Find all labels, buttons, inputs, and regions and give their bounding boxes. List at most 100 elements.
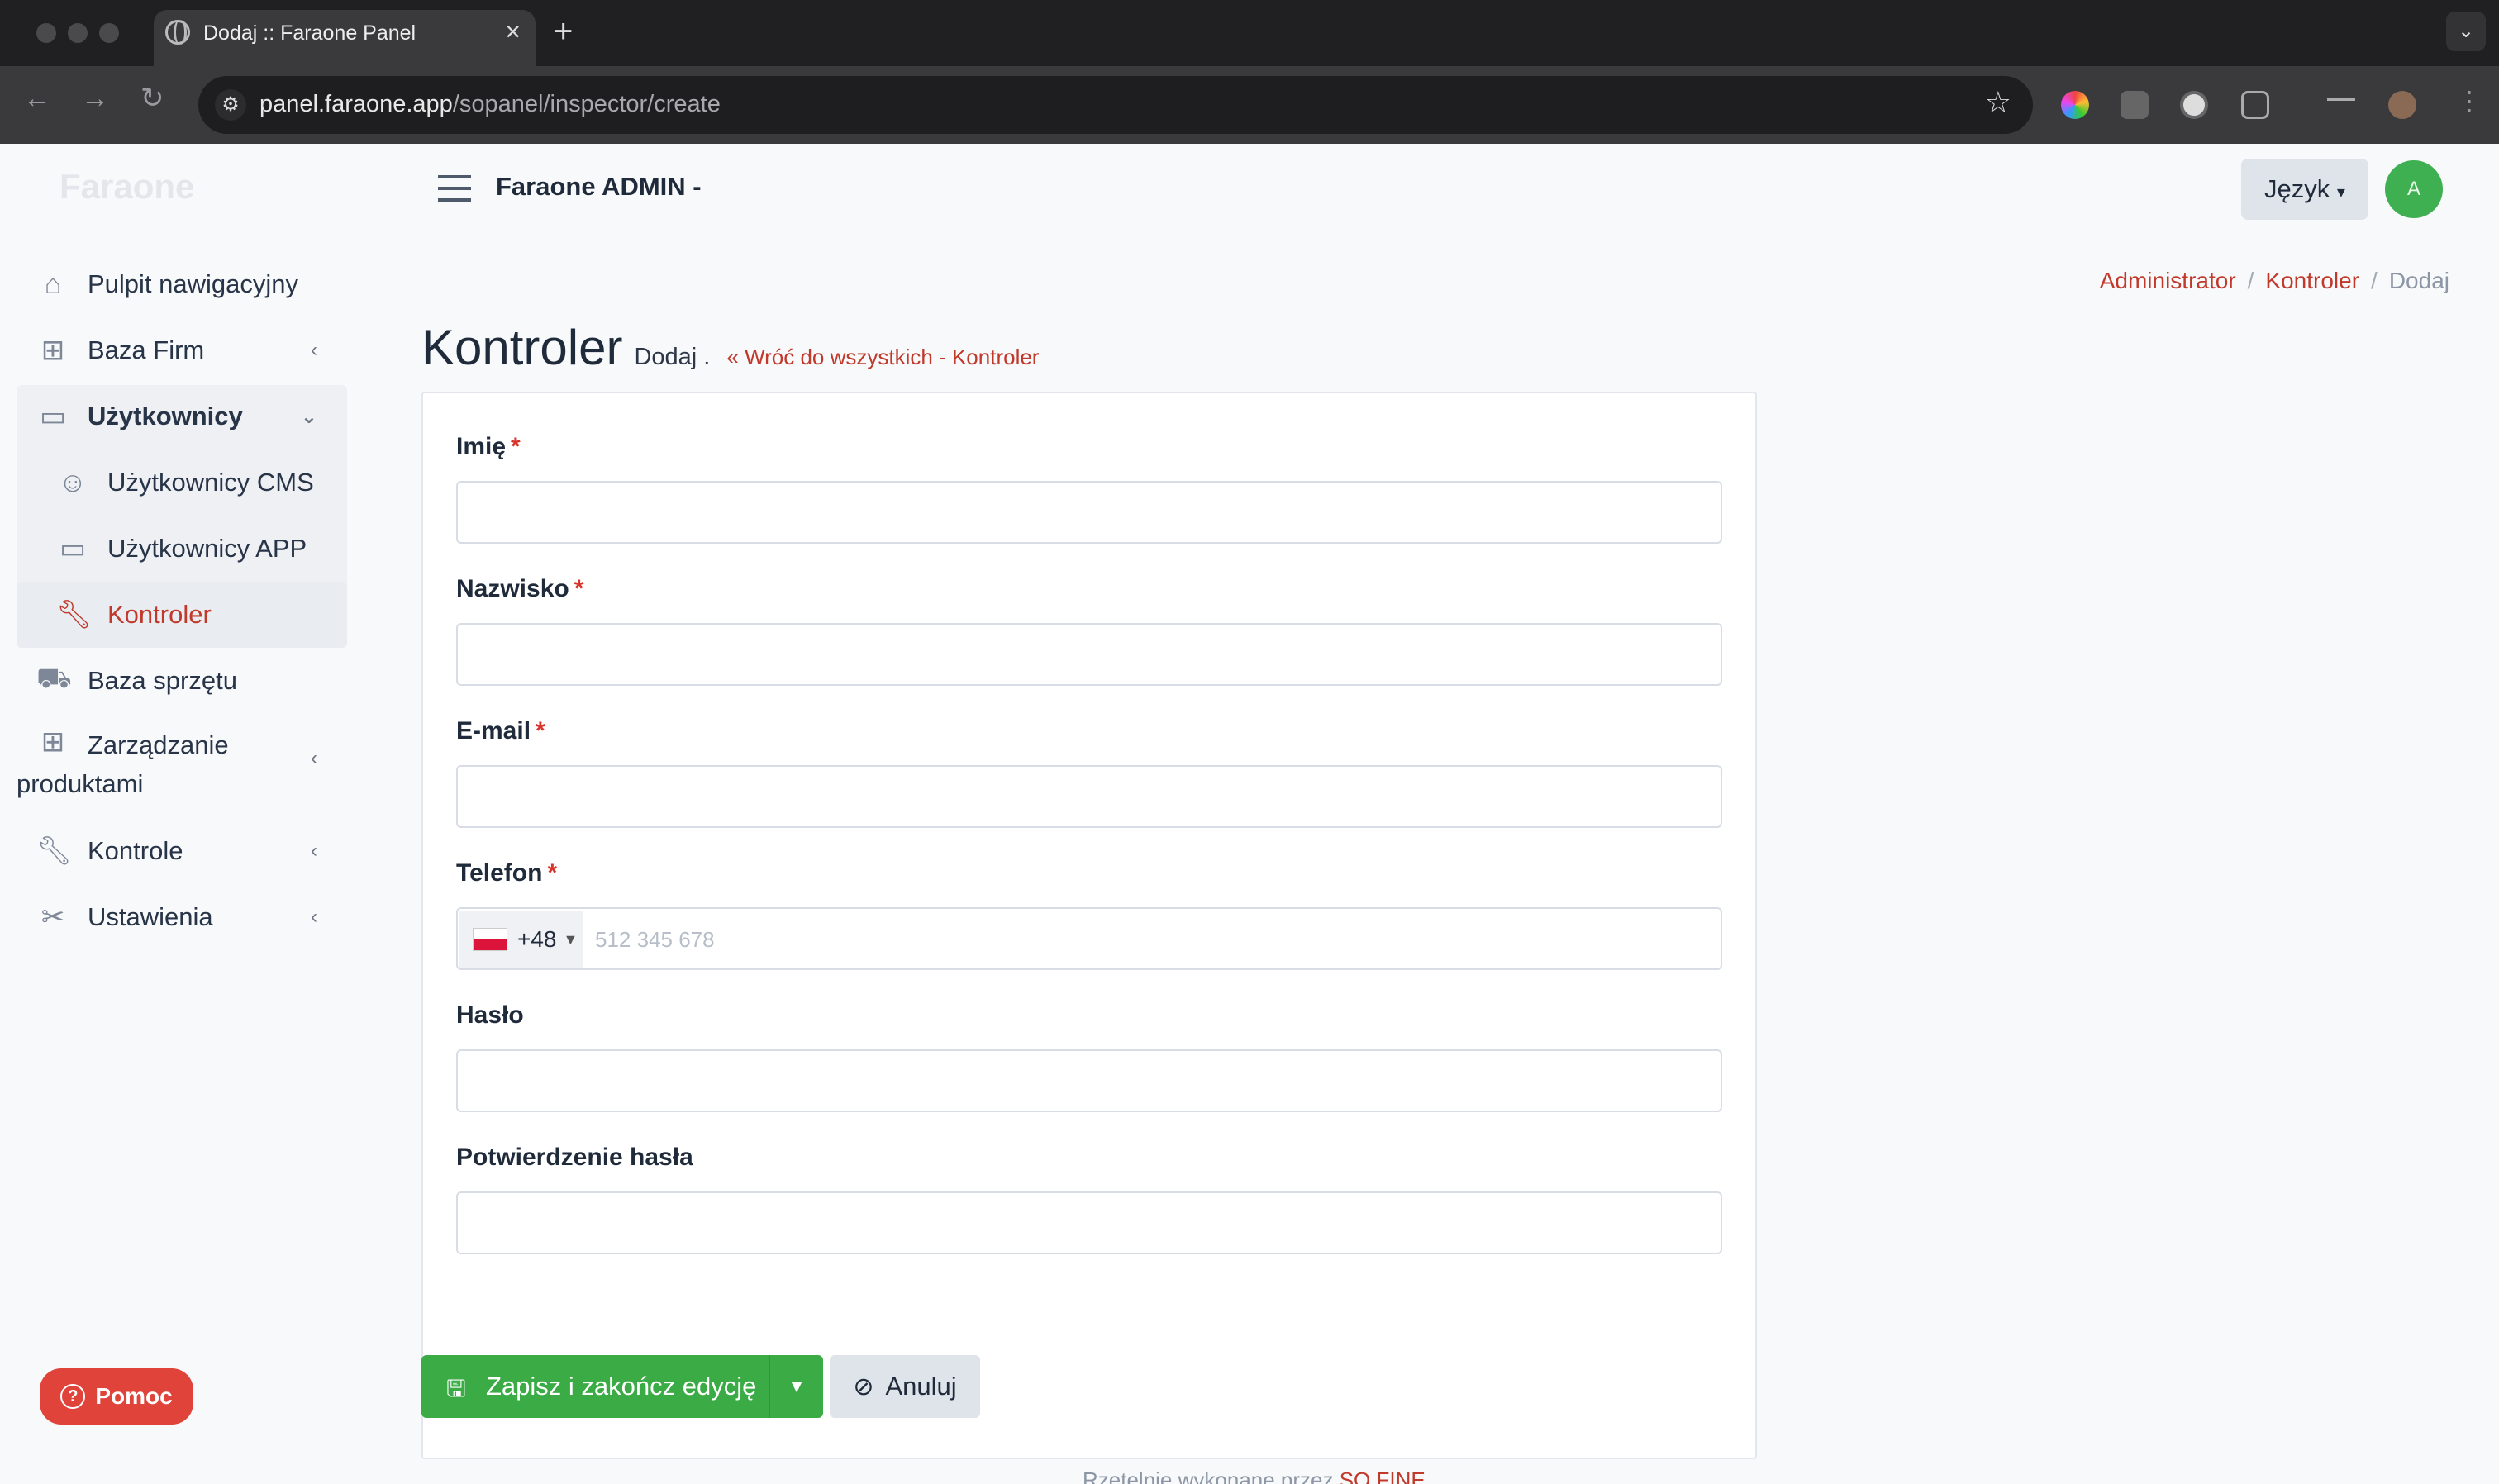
chevron-left-icon: ‹ <box>311 339 317 361</box>
extension-badge-icon[interactable] <box>2180 91 2208 119</box>
email-field[interactable] <box>456 765 1722 828</box>
phone-placeholder: 512 345 678 <box>595 927 715 952</box>
user-icon: ☺ <box>58 466 88 498</box>
footer: Rzetelnie wykonane przez SO FINE <box>1083 1467 1426 1484</box>
phone-field[interactable]: +48 ▼ 512 345 678 <box>456 907 1722 970</box>
save-label: Zapisz i zakończ edycję <box>486 1372 757 1401</box>
home-icon: ⌂ <box>44 268 62 300</box>
kebab-menu-icon[interactable]: ⋮ <box>2456 88 2482 114</box>
sidebar-item-label: Baza Firm <box>88 335 205 364</box>
password-confirm-field[interactable] <box>456 1191 1722 1254</box>
tab-strip: Dodaj :: Faraone Panel × + ⌄ <box>0 0 2499 66</box>
country-code: +48 <box>517 926 557 952</box>
cancel-label: Anuluj <box>885 1372 957 1401</box>
password-confirm-label: Potwierdzenie hasła <box>456 1144 693 1171</box>
address-bar[interactable]: ⚙ panel.faraone.app/sopanel/inspector/cr… <box>198 76 2033 134</box>
logo: Faraone <box>60 167 195 206</box>
last-name-field[interactable] <box>456 623 1722 686</box>
browser-toolbar: ← → ↻ ⚙ panel.faraone.app/sopanel/inspec… <box>0 66 2499 144</box>
briefcase-icon: ▭ <box>59 533 87 564</box>
breadcrumb-current: Dodaj <box>2388 268 2449 293</box>
chevron-left-icon: ‹ <box>311 906 317 928</box>
page-title: Kontroler <box>421 320 623 375</box>
chevron-left-icon: ‹ <box>311 747 317 769</box>
media-icon[interactable] <box>2327 98 2355 112</box>
browser-chrome: Dodaj :: Faraone Panel × + ⌄ ← → ↻ ⚙ pan… <box>0 0 2499 144</box>
sidebar-item-users[interactable]: ▭ Użytkownicy ⌄ <box>17 383 347 449</box>
email-label: E-mail * <box>456 717 545 744</box>
close-tab-icon[interactable]: × <box>505 18 521 45</box>
sidebar-item-label: Pulpit nawigacyjny <box>88 269 299 298</box>
avatar[interactable]: A <box>2385 160 2443 218</box>
minimize-window-icon[interactable] <box>68 23 88 43</box>
breadcrumb-administrator[interactable]: Administrator <box>2100 268 2236 293</box>
sidebar-item-dashboard[interactable]: ⌂ Pulpit nawigacyjny <box>17 251 347 317</box>
site-settings-icon[interactable]: ⚙ <box>215 89 246 121</box>
browser-tab[interactable]: Dodaj :: Faraone Panel × <box>154 10 536 66</box>
country-code-select[interactable]: +48 ▼ <box>459 911 583 968</box>
new-tab-icon[interactable]: + <box>554 15 573 48</box>
breadcrumb: Administrator / Kontroler / Dodaj <box>2099 268 2449 293</box>
ban-icon: ⊘ <box>853 1372 874 1401</box>
tab-title: Dodaj :: Faraone Panel <box>203 21 416 45</box>
code-extension-icon[interactable] <box>2121 91 2149 119</box>
help-label: Pomoc <box>95 1383 173 1409</box>
reload-icon[interactable]: ↻ <box>140 84 164 112</box>
double-chevron-left-icon: « <box>726 345 739 369</box>
top-header: Faraone ADMIN - Język ▾ A <box>364 144 2499 235</box>
profile-icon[interactable] <box>2388 91 2416 119</box>
app-title: Faraone ADMIN - <box>496 172 702 201</box>
help-button[interactable]: ? Pomoc <box>40 1368 193 1425</box>
forward-arrow-icon[interactable]: → <box>81 84 109 112</box>
sidebar-item-label: Kontroler <box>107 600 212 629</box>
footer-link[interactable]: SO FINE <box>1340 1467 1426 1484</box>
password-label: Hasło <box>456 1001 524 1029</box>
chevron-left-icon: ‹ <box>311 840 317 862</box>
page-subtitle: Dodaj . <box>634 344 711 370</box>
maximize-window-icon[interactable] <box>99 23 119 43</box>
breadcrumb-kontroler[interactable]: Kontroler <box>2265 268 2359 293</box>
sidebar-item-companies[interactable]: ⊞ Baza Firm ‹ <box>17 317 347 383</box>
close-window-icon[interactable] <box>36 23 56 43</box>
wrench-icon: 🔧︎ <box>36 835 73 867</box>
sidebar-item-users-app[interactable]: ▭ Użytkownicy APP <box>17 516 347 582</box>
tools-icon: ✂ <box>40 901 65 933</box>
url-text: panel.faraone.app/sopanel/inspector/crea… <box>259 91 721 117</box>
sidebar-item-label: Kontrole <box>88 836 183 865</box>
sidebar-item-label: Użytkownicy APP <box>107 534 307 563</box>
star-icon[interactable]: ☆ <box>1985 88 2011 117</box>
sidebar-item-users-cms[interactable]: ☺ Użytkownicy CMS <box>17 449 347 516</box>
back-to-list-link[interactable]: « Wróć do wszystkich - Kontroler <box>726 345 1039 369</box>
sidebar-item-label: Użytkownicy CMS <box>107 468 314 497</box>
hamburger-menu-icon[interactable] <box>438 175 471 202</box>
sidebar-item-label: Ustawienia <box>88 902 213 931</box>
sidebar-item-inspections[interactable]: 🔧︎ Kontrole ‹ <box>17 818 347 884</box>
sidebar-item-label: Użytkownicy <box>88 402 243 430</box>
first-name-label: Imię * <box>456 433 521 460</box>
back-arrow-icon[interactable]: ← <box>23 84 51 112</box>
color-extension-icon[interactable] <box>2061 91 2089 119</box>
sidebar-item-equipment[interactable]: ⛟ Baza sprzętu <box>17 648 347 714</box>
extension-icon[interactable] <box>2241 91 2269 119</box>
chevron-down-icon: ⌄ <box>300 405 317 428</box>
password-field[interactable] <box>456 1049 1722 1112</box>
sidebar-item-kontroler[interactable]: 🔧︎ Kontroler <box>17 582 347 648</box>
last-name-label: Nazwisko * <box>456 575 584 602</box>
wrench-icon: 🔧︎ <box>56 599 93 630</box>
language-dropdown-button[interactable]: Język ▾ <box>2241 159 2368 220</box>
first-name-field[interactable] <box>456 481 1722 544</box>
sidebar-item-settings[interactable]: ✂ Ustawienia ‹ <box>17 884 347 950</box>
save-and-finish-button[interactable]: 🖫 Zapisz i zakończ edycję ▼ <box>421 1355 823 1418</box>
cancel-button[interactable]: ⊘ Anuluj <box>830 1355 980 1418</box>
tab-search-icon[interactable]: ⌄ <box>2446 12 2486 51</box>
app-container: Faraone ⌂ Pulpit nawigacyjny ⊞ Baza Firm… <box>0 144 2499 1484</box>
briefcase-icon: ▭ <box>39 401 67 432</box>
form-card: Imię * Nazwisko * E-mail * Telefon * +48 ▼ 5… <box>421 392 1757 1459</box>
sidebar-item-products[interactable]: ⊞ Zarządzanie produktami ‹ <box>17 714 347 805</box>
poland-flag-icon <box>473 928 507 951</box>
sidebar: Faraone ⌂ Pulpit nawigacyjny ⊞ Baza Firm… <box>0 144 364 1484</box>
save-options-dropdown[interactable]: ▼ <box>769 1355 823 1418</box>
page-heading: Kontroler Dodaj . « Wróć do wszystkich - K… <box>421 319 1039 376</box>
phone-label: Telefon * <box>456 859 558 887</box>
dolly-icon: ⛟ <box>36 663 72 694</box>
